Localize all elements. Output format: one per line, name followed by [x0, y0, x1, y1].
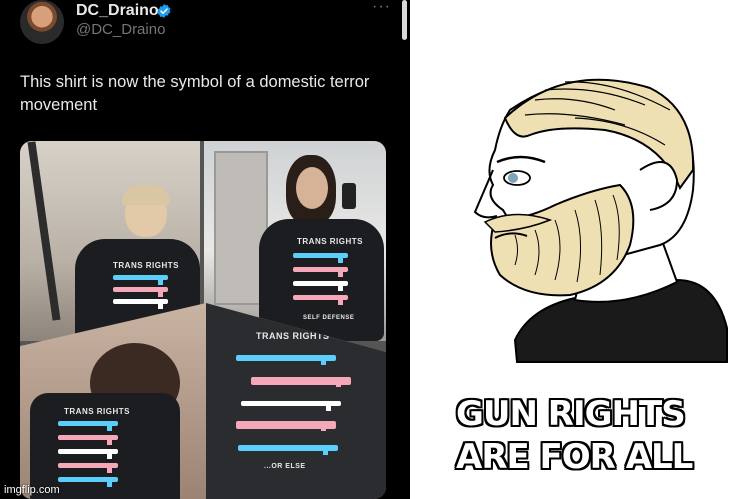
meme-caption: GUN RIGHTS ARE FOR ALL [456, 393, 733, 479]
user-handle[interactable]: @DC_Draino [76, 21, 165, 38]
tweet-screenshot: DC_Draino @DC_Draino ··· This shirt is n… [0, 0, 410, 499]
shirt-print-text: TRANS RIGHTS [64, 407, 130, 416]
scrollbar[interactable] [402, 0, 407, 40]
gun-graphic [293, 253, 348, 263]
tweet-media-grid[interactable]: TRANS RIGHTS TRANS RIGHTS SELF DEFENSE T… [20, 141, 386, 499]
shirt-print-text: SELF DEFENSE [303, 315, 355, 321]
verified-badge-icon [157, 4, 171, 18]
shirt-print-text: ...OR ELSE [264, 463, 306, 470]
gun-graphic [113, 299, 168, 309]
avatar[interactable] [20, 0, 64, 44]
phone [342, 183, 356, 209]
rifle [27, 141, 61, 321]
gun-graphic [236, 421, 336, 431]
caption-line-1: GUN RIGHTS [456, 394, 686, 434]
gun-graphic [293, 295, 348, 305]
hair [122, 185, 170, 205]
gun-graphic [58, 421, 118, 431]
gun-graphic [58, 435, 118, 445]
gun-graphic [293, 267, 348, 277]
caption-line-2: ARE FOR ALL [456, 437, 693, 477]
chad-iris [508, 173, 518, 183]
imgflip-watermark: imgflip.com [4, 484, 60, 496]
gun-graphic [236, 355, 336, 365]
gun-graphic [58, 449, 118, 459]
gun-graphic [58, 463, 118, 473]
shirt-print-text: TRANS RIGHTS [297, 237, 363, 246]
more-options-icon[interactable]: ··· [372, 0, 391, 16]
gun-graphic [113, 275, 168, 285]
gun-graphic [238, 445, 338, 455]
gun-graphic [241, 401, 341, 411]
display-name[interactable]: DC_Draino [76, 2, 159, 20]
tweet-text: This shirt is now the symbol of a domest… [20, 73, 370, 114]
gun-graphic [293, 281, 348, 291]
head [296, 167, 328, 209]
gun-graphic [113, 287, 168, 297]
gun-graphic [58, 477, 118, 487]
yes-chad-illustration [473, 78, 728, 363]
shirt-print-text: TRANS RIGHTS [113, 261, 179, 270]
gun-graphic [251, 377, 351, 387]
